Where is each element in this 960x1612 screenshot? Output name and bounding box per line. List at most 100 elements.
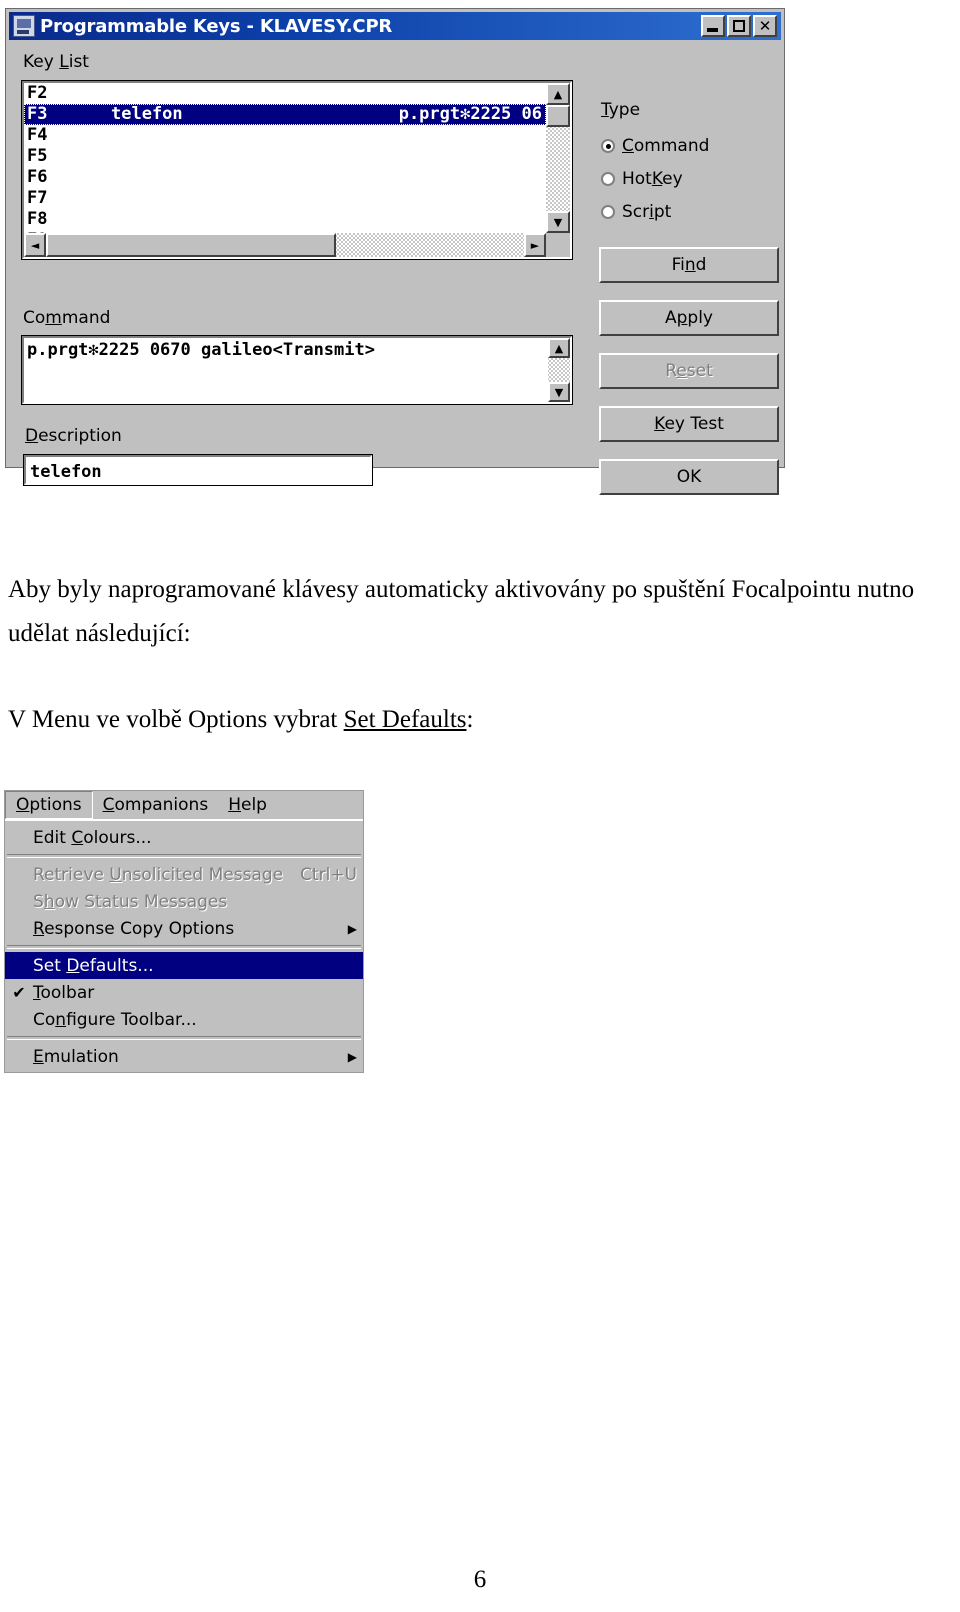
triangle-up-icon: ▲ [554, 341, 564, 355]
menu-separator [7, 854, 361, 858]
command-vertical-scrollbar[interactable]: ▲ ▼ [548, 338, 570, 402]
menu-item-show-status-messages[interactable]: Show Status Messages [5, 888, 363, 915]
table-row[interactable]: F5 [24, 146, 546, 167]
checkmark-icon: ✔ [12, 983, 26, 1002]
radio-script[interactable]: Script [601, 202, 671, 222]
radio-command[interactable]: Command [601, 136, 709, 156]
scroll-right-button[interactable]: ► [524, 233, 546, 257]
menu-item-emulation[interactable]: Emulation ▶ [5, 1043, 363, 1070]
menu-item-response-copy-options[interactable]: Response Copy Options ▶ [5, 915, 363, 942]
radio-hotkey[interactable]: HotKey [601, 169, 683, 189]
apply-button[interactable]: Apply [599, 300, 779, 336]
radio-button-icon [601, 172, 615, 186]
table-row[interactable]: F8 [24, 209, 546, 230]
window-title: Programmable Keys - KLAVESY.CPR [40, 15, 393, 37]
key-test-button[interactable]: Key Test [599, 406, 779, 442]
instruction-prefix: V Menu ve volbě Options vybrat [8, 706, 344, 733]
page-number: 6 [473, 1566, 487, 1593]
key-list-inset: F2 F3 telefon p.prgt✻2225 06 F4 F5 F6 F7… [22, 81, 572, 259]
table-row[interactable]: F7 [24, 188, 546, 209]
options-menu-screenshot: Options Companions Help Edit Colours... … [4, 790, 364, 1073]
key-list-box: F2 F3 telefon p.prgt✻2225 06 F4 F5 F6 F7… [21, 80, 573, 260]
command-box: p.prgt✻2225 0670 galileo<Transmit> ▲ ▼ [21, 335, 573, 405]
radio-label: HotKey [622, 169, 683, 189]
submenu-arrow-icon: ▶ [347, 921, 357, 936]
scroll-down-button[interactable]: ▼ [548, 382, 570, 402]
menu-item-configure-toolbar[interactable]: Configure Toolbar... [5, 1006, 363, 1033]
type-label: Type [601, 100, 641, 120]
menu-item-label: Edit Colours... [33, 827, 152, 848]
table-row[interactable]: F2 [24, 83, 546, 104]
table-row[interactable]: F6 [24, 167, 546, 188]
scrollbar-thumb[interactable] [46, 233, 336, 257]
window-controls: ✕ [701, 15, 779, 37]
scroll-up-button[interactable]: ▲ [548, 338, 570, 358]
command-label: Command [23, 308, 111, 328]
triangle-down-icon: ▼ [554, 385, 564, 399]
minimize-button[interactable] [701, 15, 725, 37]
menu-item-retrieve-unsolicited-message[interactable]: Retrieve Unsolicited Message Ctrl+U [5, 861, 363, 888]
description-inset: telefon [24, 455, 372, 485]
table-row[interactable]: F3 telefon p.prgt✻2225 06 [24, 104, 546, 125]
menu-item-edit-colours[interactable]: Edit Colours... [5, 824, 363, 851]
menu-separator [7, 945, 361, 949]
scrollbar-corner [546, 233, 570, 257]
description-label: Description [25, 426, 122, 446]
table-row[interactable]: F4 [24, 125, 546, 146]
triangle-down-icon: ▼ [553, 215, 563, 229]
menu-item-label: Configure Toolbar... [33, 1009, 197, 1030]
command-value: p.prgt✻2225 0670 galileo<Transmit> [27, 340, 375, 360]
scroll-left-button[interactable]: ◄ [24, 233, 46, 257]
menu-item-label: Emulation [33, 1046, 119, 1067]
menu-item-label: Toolbar [33, 982, 95, 1003]
radio-label: Script [622, 202, 672, 222]
menu-companions[interactable]: Companions [93, 792, 219, 818]
menu-item-set-defaults[interactable]: Set Defaults... [5, 952, 363, 979]
menu-help[interactable]: Help [218, 792, 277, 818]
options-dropdown: Edit Colours... Retrieve Unsolicited Mes… [5, 820, 363, 1072]
instruction-suffix: : [466, 706, 474, 733]
minimize-icon [707, 28, 718, 32]
key-list-vertical-scrollbar[interactable]: ▲ ▼ [546, 83, 570, 233]
maximize-icon [733, 20, 745, 32]
key-list-label: Key List [23, 52, 89, 72]
command-inset: p.prgt✻2225 0670 galileo<Transmit> ▲ ▼ [22, 336, 572, 404]
menu-options[interactable]: Options [5, 791, 93, 819]
title-bar[interactable]: Programmable Keys - KLAVESY.CPR ✕ [9, 12, 781, 40]
reset-button[interactable]: Reset [599, 353, 779, 389]
app-icon [13, 15, 35, 37]
command-input[interactable]: p.prgt✻2225 0670 galileo<Transmit> [24, 338, 548, 402]
menu-item-label: Retrieve Unsolicited Message [33, 864, 284, 885]
description-input[interactable]: telefon [26, 457, 370, 483]
scroll-down-button[interactable]: ▼ [546, 211, 570, 233]
triangle-up-icon: ▲ [553, 87, 563, 101]
key-list[interactable]: F2 F3 telefon p.prgt✻2225 06 F4 F5 F6 F7… [24, 83, 546, 233]
triangle-right-icon: ► [530, 238, 540, 252]
close-button[interactable]: ✕ [753, 15, 777, 37]
key-list-horizontal-scrollbar[interactable]: ◄ ► [24, 233, 546, 257]
menu-item-toolbar[interactable]: ✔ Toolbar [5, 979, 363, 1006]
menu-item-label: Show Status Messages [33, 891, 228, 912]
maximize-button[interactable] [727, 15, 751, 37]
triangle-left-icon: ◄ [30, 238, 40, 252]
find-button[interactable]: Find [599, 247, 779, 283]
ok-button[interactable]: OK [599, 459, 779, 495]
description-box: telefon [23, 454, 373, 486]
dialog-body: Key List F2 F3 telefon p.prgt✻2225 06 F4… [9, 42, 781, 495]
paragraph-instruction: V Menu ve volbě Options vybrat Set Defau… [8, 698, 938, 742]
menu-item-label: Response Copy Options [33, 918, 235, 939]
menu-separator [7, 1036, 361, 1040]
radio-button-icon [601, 139, 615, 153]
instruction-menu-path: Set Defaults [343, 706, 467, 733]
menu-bar: Options Companions Help [5, 791, 363, 820]
radio-label: Command [622, 136, 710, 156]
submenu-arrow-icon: ▶ [347, 1049, 357, 1064]
paragraph-intro: Aby byly naprogramované klávesy automati… [8, 576, 915, 647]
menu-item-label: Set Defaults... [33, 955, 154, 976]
radio-button-icon [601, 205, 615, 219]
menu-item-accelerator: Ctrl+U [300, 864, 357, 885]
programmable-keys-dialog: Programmable Keys - KLAVESY.CPR ✕ Key Li… [5, 8, 785, 495]
scroll-up-button[interactable]: ▲ [546, 83, 570, 105]
close-icon: ✕ [758, 16, 772, 35]
scrollbar-thumb[interactable] [546, 105, 570, 127]
